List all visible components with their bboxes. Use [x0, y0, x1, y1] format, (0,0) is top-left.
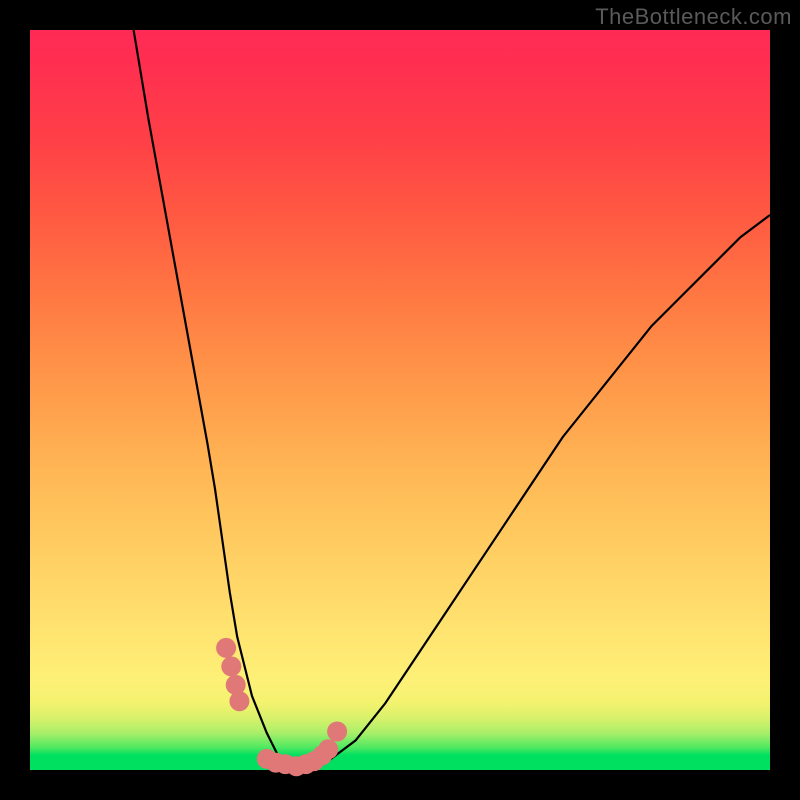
marker-dot	[216, 638, 236, 658]
plot-area	[30, 30, 770, 770]
marker-dot	[229, 691, 249, 711]
marker-dot	[318, 739, 338, 759]
marker-layer	[216, 638, 347, 776]
marker-dot	[327, 722, 347, 742]
curve-layer	[30, 30, 770, 770]
chart-frame: TheBottleneck.com	[0, 0, 800, 800]
watermark-text: TheBottleneck.com	[595, 4, 792, 30]
marker-dot	[221, 656, 241, 676]
